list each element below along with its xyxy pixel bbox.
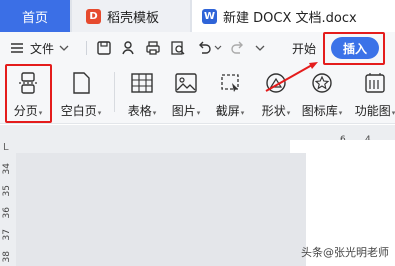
ruler-mark: 35	[2, 185, 12, 197]
page-top-edge	[290, 140, 395, 153]
ruler-mark: 38	[2, 251, 12, 263]
tab-stop-selector[interactable]: L	[3, 142, 9, 153]
ruler-mark: 34	[2, 163, 12, 175]
ruler-mark: 36	[2, 207, 12, 219]
red-arrow-icon	[265, 62, 318, 92]
vertical-ruler: 34 35 36 37 38	[0, 153, 16, 266]
watermark: 头条@张光明老师	[301, 246, 389, 259]
ruler-mark: 37	[2, 229, 12, 241]
